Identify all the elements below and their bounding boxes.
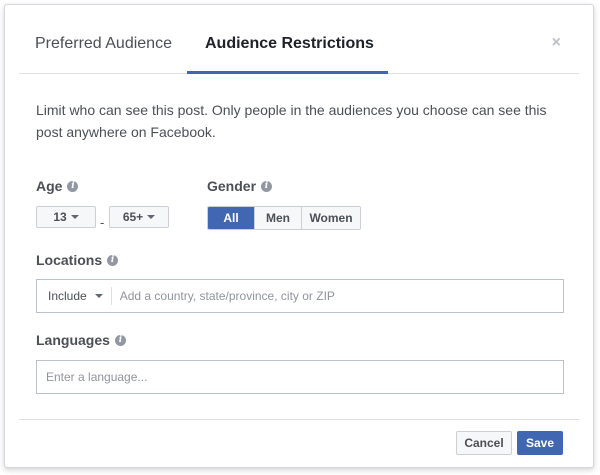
gender-label: Gender	[207, 178, 257, 194]
locations-label: Locations	[36, 252, 103, 268]
include-value: Include	[48, 289, 87, 303]
gender-selector: All Men Women	[207, 206, 361, 230]
info-icon[interactable]: i	[261, 180, 273, 192]
caret-down-icon	[94, 294, 103, 298]
locations-input[interactable]	[111, 281, 563, 311]
audience-dialog: Preferred Audience Audience Restrictions…	[4, 4, 594, 468]
age-label: Age	[36, 178, 63, 194]
cancel-button[interactable]: Cancel	[456, 431, 512, 455]
save-button[interactable]: Save	[517, 431, 563, 455]
tab-preferred-audience[interactable]: Preferred Audience	[35, 35, 172, 53]
tab-audience-restrictions[interactable]: Audience Restrictions	[205, 35, 374, 53]
caret-down-icon	[147, 215, 156, 219]
age-max-value: 65+	[122, 210, 144, 224]
languages-label: Languages	[36, 332, 110, 348]
languages-label-group: Languages i	[36, 332, 126, 348]
info-icon[interactable]: i	[67, 180, 79, 192]
info-icon[interactable]: i	[107, 254, 119, 266]
info-icon[interactable]: i	[114, 334, 126, 346]
age-label-group: Age i	[36, 178, 79, 194]
languages-input[interactable]	[37, 362, 563, 392]
close-icon[interactable]: ×	[552, 35, 561, 51]
caret-down-icon	[70, 215, 79, 219]
locations-field: Include	[36, 279, 564, 313]
locations-label-group: Locations i	[36, 252, 119, 268]
age-max-select[interactable]: 65+	[109, 206, 169, 228]
age-separator: -	[100, 215, 105, 230]
gender-option-all[interactable]: All	[208, 207, 254, 229]
age-min-select[interactable]: 13	[36, 206, 96, 228]
tab-bar: Preferred Audience Audience Restrictions…	[19, 5, 579, 74]
gender-label-group: Gender i	[207, 178, 273, 194]
gender-option-women[interactable]: Women	[301, 207, 360, 229]
active-tab-indicator	[187, 71, 388, 74]
include-select[interactable]: Include	[37, 287, 112, 305]
gender-option-men[interactable]: Men	[254, 207, 301, 229]
age-min-value: 13	[53, 210, 67, 224]
languages-field	[36, 360, 564, 394]
restriction-description: Limit who can see this post. Only people…	[36, 102, 547, 140]
dialog-footer-divider	[19, 419, 579, 420]
